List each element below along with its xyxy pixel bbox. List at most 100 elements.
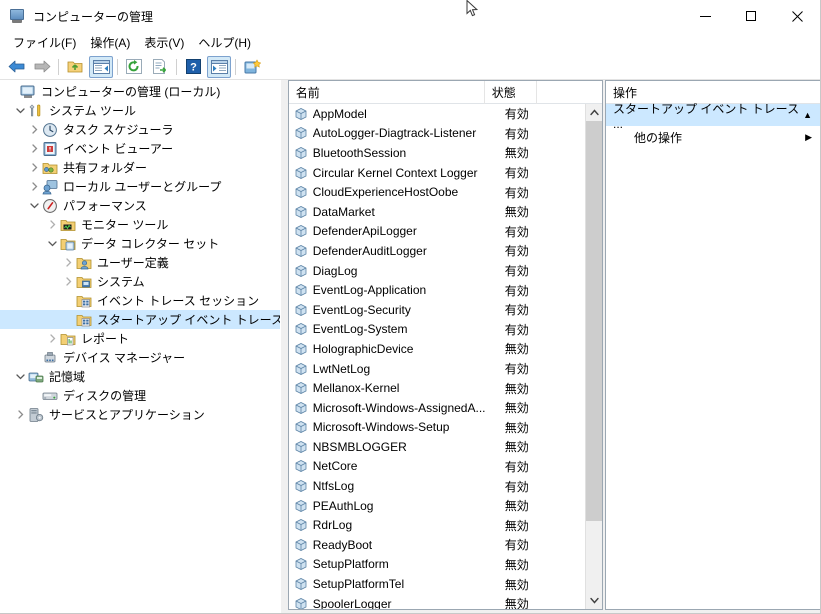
list-item[interactable]: Microsoft-Windows-Setup 無効 (289, 418, 585, 438)
list-item[interactable]: DataMarket 無効 (289, 202, 585, 222)
tree-item-task-scheduler[interactable]: タスク スケジューラ (0, 120, 280, 139)
list-item[interactable]: NBSMBLOGGER 無効 (289, 437, 585, 457)
scroll-up-button[interactable] (585, 104, 603, 121)
chevron-up-icon[interactable]: ▲ (803, 110, 812, 120)
tree-item-performance[interactable]: パフォーマンス (0, 196, 280, 215)
list-vertical-scrollbar[interactable] (585, 104, 603, 609)
list-item[interactable]: SetupPlatformTel 無効 (289, 574, 585, 594)
list-item[interactable]: NtfsLog 有効 (289, 476, 585, 496)
list-body[interactable]: AppModel 有効 AutoLogger-Diagtrack-Listener… (288, 104, 586, 609)
actions-pane: 操作 スタートアップ イベント トレース ... ▲ 他の操作 ▶ (604, 80, 820, 613)
twisty-expanded-icon[interactable] (26, 196, 42, 215)
trace-session-icon (294, 440, 308, 454)
list-item-name: HolographicDevice (312, 341, 414, 356)
refresh-button[interactable] (122, 56, 146, 78)
tree-item-label: タスク スケジューラ (63, 123, 174, 137)
trace-session-icon (294, 342, 308, 356)
list-item[interactable]: ReadyBoot 有効 (289, 535, 585, 555)
tree-item-startup-event-trace-sessions[interactable]: スタートアップ イベント トレース セッション (0, 310, 280, 329)
column-header-blank[interactable] (537, 81, 602, 104)
action-item-more-actions[interactable]: 他の操作 ▶ (606, 126, 820, 148)
tree-item-device-manager[interactable]: デバイス マネージャー (0, 348, 280, 367)
column-header-name[interactable]: 名前 (289, 81, 485, 104)
new-window-button[interactable] (240, 56, 264, 78)
twisty-expanded-icon[interactable] (44, 234, 60, 253)
tree-item-storage[interactable]: 記憶域 (0, 367, 280, 386)
list-item-state: 有効 (504, 264, 529, 279)
show-hide-action-pane-button[interactable] (207, 55, 231, 78)
tree-item-system-tools[interactable]: システム ツール (0, 101, 280, 120)
maximize-button[interactable] (728, 0, 774, 32)
list-item[interactable]: HolographicDevice 無効 (289, 339, 585, 359)
tree-item-data-collector-sets[interactable]: データ コレクター セット (0, 234, 280, 253)
twisty-collapsed-icon[interactable] (44, 215, 60, 234)
twisty-collapsed-icon[interactable] (26, 120, 42, 139)
console-tree-pane[interactable]: コンピューターの管理 (ローカル) システム ツール タスク スケジューラ イベ… (0, 80, 281, 613)
tree-item-services-applications[interactable]: サービスとアプリケーション (0, 405, 280, 424)
list-item[interactable]: Mellanox-Kernel 無効 (289, 378, 585, 398)
twisty-expanded-icon[interactable] (12, 367, 28, 386)
menu-action[interactable]: 操作(A) (83, 31, 137, 54)
list-item[interactable]: DiagLog 有効 (289, 261, 585, 281)
list-item[interactable]: AppModel 有効 (289, 104, 585, 124)
scroll-down-button[interactable] (585, 592, 603, 609)
minimize-button[interactable] (682, 0, 728, 32)
list-item[interactable]: DefenderAuditLogger 有効 (289, 241, 585, 261)
list-item[interactable]: EventLog-Application 有効 (289, 280, 585, 300)
actions-group-startup-event-trace-sessions[interactable]: スタートアップ イベント トレース ... ▲ (606, 102, 820, 131)
tree-item-reports[interactable]: レポート (0, 329, 280, 348)
list-item[interactable]: SetupPlatform 無効 (289, 555, 585, 575)
menu-view[interactable]: 表示(V) (137, 31, 191, 54)
list-item-name: DiagLog (312, 263, 358, 278)
twisty-collapsed-icon[interactable] (26, 139, 42, 158)
tree-item-label: ディスクの管理 (63, 389, 147, 403)
menu-help[interactable]: ヘルプ(H) (191, 31, 258, 54)
list-item[interactable]: LwtNetLog 有効 (289, 359, 585, 379)
list-item-state: 無効 (504, 597, 529, 609)
list-item[interactable]: SpoolerLogger 無効 (289, 594, 585, 609)
disk-management-icon (42, 388, 58, 404)
scroll-thumb[interactable] (585, 121, 603, 521)
trace-session-icon (294, 166, 308, 180)
list-item[interactable]: CloudExperienceHostOobe 有効 (289, 182, 585, 202)
twisty-collapsed-icon[interactable] (60, 253, 76, 272)
tree-item-label: ローカル ユーザーとグループ (63, 180, 222, 194)
forward-button[interactable] (30, 56, 54, 78)
scroll-track[interactable] (585, 121, 603, 592)
tree-item-event-viewer[interactable]: イベント ビューアー (0, 139, 280, 158)
tree-item-user-defined[interactable]: ユーザー定義 (0, 253, 280, 272)
list-item[interactable]: Microsoft-Windows-AssignedA... 無効 (289, 398, 585, 418)
twisty-collapsed-icon[interactable] (26, 158, 42, 177)
list-item[interactable]: DefenderApiLogger 有効 (289, 222, 585, 242)
menu-file[interactable]: ファイル(F) (6, 31, 83, 54)
back-button[interactable] (4, 56, 28, 78)
up-one-level-button[interactable] (63, 56, 87, 78)
twisty-collapsed-icon[interactable] (60, 272, 76, 291)
show-hide-console-tree-button[interactable] (89, 55, 113, 78)
list-item[interactable]: BluetoothSession 無効 (289, 143, 585, 163)
trace-session-icon (294, 303, 308, 317)
export-list-button[interactable] (148, 56, 172, 78)
tree-item-local-users-groups[interactable]: ローカル ユーザーとグループ (0, 177, 280, 196)
tree-item-computer-management[interactable]: コンピューターの管理 (ローカル) (0, 82, 280, 101)
submenu-arrow-icon: ▶ (805, 131, 812, 142)
close-button[interactable] (774, 0, 820, 32)
list-item[interactable]: EventLog-System 有効 (289, 320, 585, 340)
list-item[interactable]: AutoLogger-Diagtrack-Listener 有効 (289, 124, 585, 144)
tree-item-monitoring-tools[interactable]: モニター ツール (0, 215, 280, 234)
tree-item-disk-management[interactable]: ディスクの管理 (0, 386, 280, 405)
list-item[interactable]: RdrLog 無効 (289, 515, 585, 535)
twisty-collapsed-icon[interactable] (44, 329, 60, 348)
column-header-state[interactable]: 状態 (485, 81, 537, 104)
twisty-collapsed-icon[interactable] (12, 405, 28, 424)
twisty-collapsed-icon[interactable] (26, 177, 42, 196)
tree-item-system-folder[interactable]: システム (0, 272, 280, 291)
tree-item-shared-folders[interactable]: 共有フォルダー (0, 158, 280, 177)
twisty-expanded-icon[interactable] (12, 101, 28, 120)
list-item[interactable]: PEAuthLog 無効 (289, 496, 585, 516)
list-item[interactable]: Circular Kernel Context Logger 有効 (289, 163, 585, 183)
list-item[interactable]: EventLog-Security 有効 (289, 300, 585, 320)
help-button[interactable]: ? (181, 56, 205, 78)
tree-item-event-trace-sessions[interactable]: イベント トレース セッション (0, 291, 280, 310)
list-item[interactable]: NetCore 有効 (289, 457, 585, 477)
